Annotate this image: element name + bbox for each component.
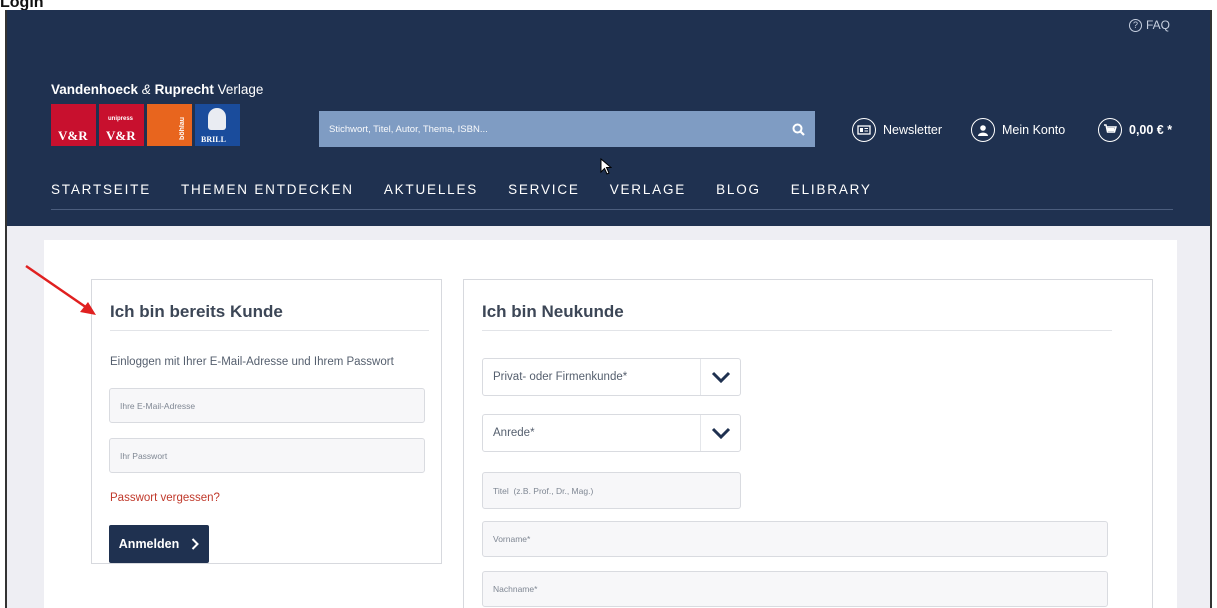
login-button-label: Anmelden	[118, 537, 180, 551]
unipress-text: unipress	[108, 116, 134, 122]
cart-total: 0,00 € *	[1129, 123, 1173, 137]
search-input[interactable]	[319, 111, 781, 147]
vr-logo[interactable]: V&R	[51, 104, 96, 146]
brand-part-3: Verlage	[217, 82, 264, 97]
brill-bust-icon	[208, 108, 226, 130]
newsletter-link[interactable]: Newsletter	[852, 118, 942, 142]
faq-label: FAQ	[1145, 18, 1170, 32]
register-divider	[482, 330, 1112, 331]
nav-divider	[51, 209, 1173, 210]
vr-unipress-logo-text: V&R	[106, 128, 136, 143]
register-panel: Ich bin Neukunde Privat- oder Firmenkund…	[463, 279, 1153, 608]
brand-name[interactable]: Vandenhoeck & Ruprecht Verlage	[51, 82, 263, 97]
chevron-down-icon	[700, 359, 740, 395]
cart-link[interactable]: 0,00 € *	[1098, 118, 1172, 142]
vr-unipress-logo[interactable]: unipress V&R	[99, 104, 144, 146]
login-description: Einloggen mit Ihrer E-Mail-Adresse und I…	[110, 356, 394, 368]
customer-type-value: Privat- oder Firmenkunde*	[493, 371, 628, 383]
nav-aktuelles[interactable]: AKTUELLES	[384, 182, 478, 197]
boehlau-logo[interactable]: böhlau	[147, 104, 192, 146]
vr-logo-text: V&R	[58, 128, 88, 143]
academic-title-field[interactable]	[482, 472, 741, 509]
publisher-logos: V&R unipress V&R böhlau BRILL	[51, 104, 240, 146]
faq-link[interactable]: ? FAQ	[1128, 18, 1170, 32]
main-navigation: STARTSEITE THEMEN ENTDECKEN AKTUELLES SE…	[51, 182, 902, 197]
nav-elibrary[interactable]: ELIBRARY	[791, 182, 872, 197]
brand-ampersand: &	[141, 82, 151, 97]
nav-themen-entdecken[interactable]: THEMEN ENTDECKEN	[181, 182, 354, 197]
password-field[interactable]	[109, 438, 425, 473]
boehlau-logo-text: böhlau	[179, 117, 186, 140]
account-label: Mein Konto	[1002, 123, 1066, 137]
chevron-down-icon	[700, 415, 740, 451]
register-title: Ich bin Neukunde	[482, 302, 624, 321]
login-panel: Ich bin bereits Kunde Einloggen mit Ihre…	[91, 279, 442, 564]
salutation-value: Anrede*	[493, 427, 535, 439]
cart-icon	[1098, 118, 1122, 142]
brand-part-1: Vandenhoeck	[51, 82, 139, 97]
newsletter-label: Newsletter	[883, 123, 943, 137]
chevron-right-icon	[192, 538, 200, 550]
customer-type-select[interactable]: Privat- oder Firmenkunde*	[482, 358, 741, 396]
site-header: ? FAQ Vandenhoeck & Ruprecht Verlage V&R…	[7, 10, 1210, 226]
nav-service[interactable]: SERVICE	[508, 182, 580, 197]
search-button[interactable]	[781, 111, 815, 147]
brill-logo[interactable]: BRILL	[195, 104, 240, 146]
brill-logo-text: BRILL	[201, 135, 226, 144]
login-divider	[110, 330, 429, 331]
annotation-arrow-icon	[25, 264, 96, 315]
firstname-field[interactable]	[482, 521, 1108, 557]
email-field[interactable]	[109, 388, 425, 423]
nav-startseite[interactable]: STARTSEITE	[51, 182, 151, 197]
salutation-select[interactable]: Anrede*	[482, 414, 741, 452]
login-title: Ich bin bereits Kunde	[110, 302, 283, 321]
nav-verlage[interactable]: VERLAGE	[610, 182, 686, 197]
account-link[interactable]: Mein Konto	[971, 118, 1065, 142]
search-icon	[792, 123, 805, 136]
login-button[interactable]: Anmelden	[109, 525, 209, 563]
search-bar	[319, 111, 815, 147]
user-icon	[971, 118, 995, 142]
nav-blog[interactable]: BLOG	[716, 182, 761, 197]
browser-viewport: ? FAQ Vandenhoeck & Ruprecht Verlage V&R…	[5, 10, 1212, 608]
question-icon: ?	[1128, 18, 1142, 32]
brand-part-2: Ruprecht	[154, 82, 214, 97]
forgot-password-link[interactable]: Passwort vergessen?	[110, 492, 220, 504]
lastname-field[interactable]	[482, 571, 1108, 607]
mouse-cursor-icon	[600, 158, 612, 175]
newsletter-icon	[852, 118, 876, 142]
